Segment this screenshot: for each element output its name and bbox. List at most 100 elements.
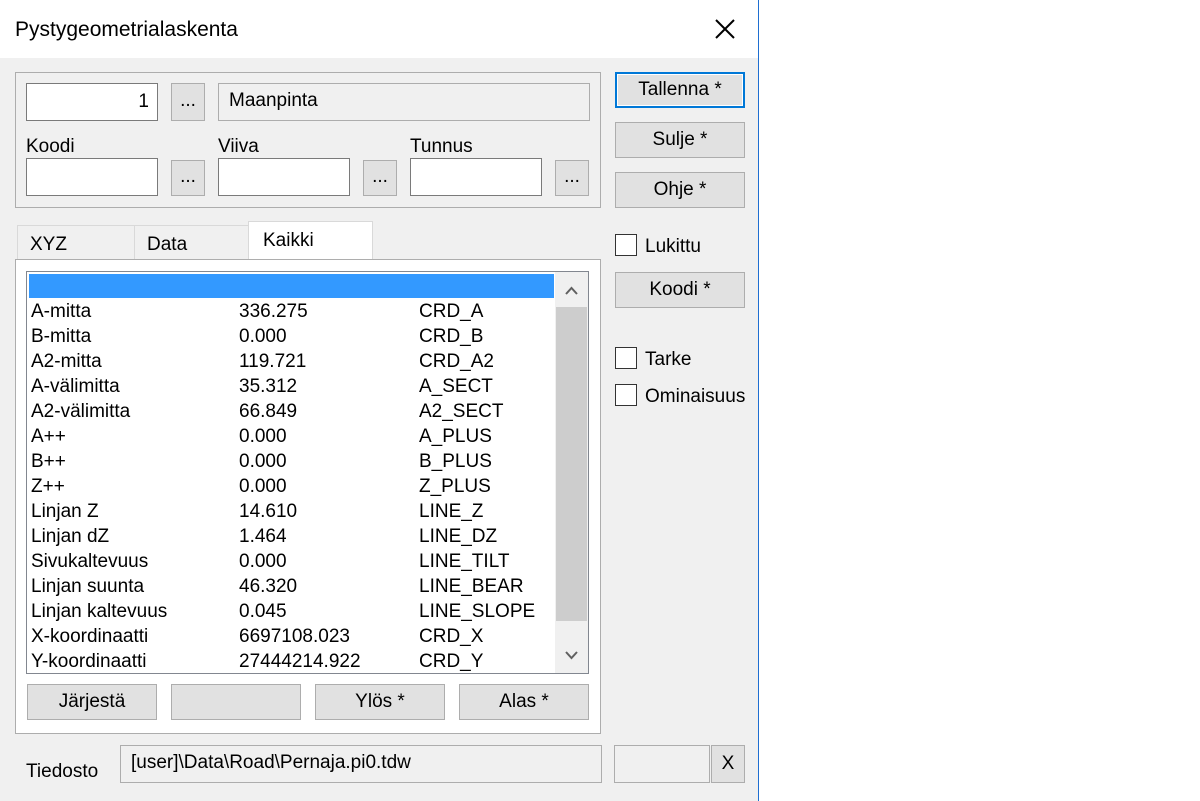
code-button[interactable]: Koodi * (615, 272, 745, 308)
list-item-value: 27444214.922 (239, 651, 361, 672)
list-item-value: 66.849 (239, 401, 298, 422)
list-item-name: Sivukaltevuus (31, 551, 149, 572)
file-extra-field (614, 745, 710, 783)
list-item-code: CRD_A (419, 301, 484, 322)
clear-file-button[interactable]: X (711, 745, 745, 783)
save-button[interactable]: Tallenna * (615, 72, 745, 108)
list-item-code: CRD_X (419, 626, 484, 647)
tunnus-input[interactable] (410, 158, 542, 196)
list-item[interactable]: A-välimitta 35.312 A_SECT (29, 374, 555, 399)
list-item-code: LINE_Z (419, 501, 484, 522)
down-button[interactable]: Alas * (459, 684, 589, 720)
list-item-code: CRD_Y (419, 651, 484, 672)
tunnus-label: Tunnus (410, 136, 473, 157)
close-button[interactable]: Sulje * (615, 122, 745, 158)
list-item-code: A_PLUS (419, 426, 492, 447)
list-item-code: LINE_TILT (419, 551, 510, 572)
list-item[interactable]: A2-välimitta 66.849 A2_SECT (29, 399, 555, 424)
list-item-value: 0.000 (239, 551, 287, 572)
scrollbar-thumb[interactable] (556, 307, 587, 621)
window-title: Pystygeometrialaskenta (15, 18, 238, 41)
koodi-browse-button[interactable]: ... (171, 160, 205, 196)
list-item[interactable]: A++ 0.000 A_PLUS (29, 424, 555, 449)
vertical-scrollbar[interactable] (555, 272, 588, 673)
name-field: Maanpinta (218, 83, 590, 121)
file-label: Tiedosto (26, 761, 99, 782)
number-browse-button[interactable]: ... (171, 83, 205, 121)
viiva-input[interactable] (218, 158, 350, 196)
list-item-code: CRD_A2 (419, 351, 494, 372)
dialog-window: Pystygeometrialaskenta 1 ... Maanpinta K… (0, 0, 759, 801)
tab-kaikki[interactable]: Kaikki (248, 221, 373, 260)
tarke-checkbox[interactable] (615, 347, 637, 369)
tab-xyz[interactable]: XYZ (17, 225, 135, 259)
locked-checkbox[interactable] (615, 234, 637, 256)
sort-button[interactable]: Järjestä (27, 684, 157, 720)
list-item-value: 0.000 (239, 451, 287, 472)
list-item[interactable]: Linjan dZ 1.464 LINE_DZ (29, 524, 555, 549)
help-button[interactable]: Ohje * (615, 172, 745, 208)
list-item-value: 336.275 (239, 301, 308, 322)
blank-button[interactable] (171, 684, 301, 720)
list-item[interactable]: Linjan suunta 46.320 LINE_BEAR (29, 574, 555, 599)
koodi-input[interactable] (26, 158, 158, 196)
number-field[interactable]: 1 (26, 83, 158, 121)
tarke-label: Tarke (645, 349, 692, 370)
list-item-value: 46.320 (239, 576, 298, 597)
list-item-value: 6697108.023 (239, 626, 350, 647)
property-list[interactable]: A-mitta 336.275 CRD_A B-mitta 0.000 CRD_B A2-m… (26, 271, 589, 674)
list-item-code: CRD_B (419, 326, 484, 347)
list-item-value: 0.045 (239, 601, 287, 622)
list-item-name: A++ (31, 426, 66, 447)
list-item-value: 0.000 (239, 326, 287, 347)
list-item-name: A2-mitta (31, 351, 102, 372)
list-item-name: Y-koordinaatti (31, 651, 147, 672)
property-label: Ominaisuus (645, 386, 746, 407)
list-item[interactable]: Linjan kaltevuus 0.045 LINE_SLOPE (29, 599, 555, 624)
list-item-value: 0.000 (239, 426, 287, 447)
list-item[interactable]: X-koordinaatti 6697108.023 CRD_X (29, 624, 555, 649)
list-item-name: Linjan suunta (31, 576, 145, 597)
file-path-field: [user]\Data\Road\Pernaja.pi0.tdw (120, 745, 602, 783)
list-item-value: 1.464 (239, 526, 287, 547)
list-item-name: Linjan kaltevuus (31, 601, 168, 622)
list-item-name: B++ (31, 451, 66, 472)
koodi-label: Koodi (26, 136, 75, 157)
list-item-code: A_SECT (419, 376, 493, 397)
scroll-down-icon[interactable] (555, 641, 588, 671)
tunnus-browse-button[interactable]: ... (555, 160, 589, 196)
scroll-up-icon[interactable] (555, 274, 588, 304)
list-item-name: Linjan Z (31, 501, 99, 522)
list-item[interactable]: B-mitta 0.000 CRD_B (29, 324, 555, 349)
list-item[interactable]: Z++ 0.000 Z_PLUS (29, 474, 555, 499)
list-item[interactable]: A2-mitta 119.721 CRD_A2 (29, 349, 555, 374)
list-item[interactable]: Linjan Z 14.610 LINE_Z (29, 499, 555, 524)
list-item-value: 0.000 (239, 476, 287, 497)
selected-row[interactable] (29, 274, 554, 298)
list-item-name: X-koordinaatti (31, 626, 149, 647)
tab-data[interactable]: Data (134, 225, 249, 259)
viiva-label: Viiva (218, 136, 259, 157)
list-item-code: LINE_BEAR (419, 576, 524, 597)
list-item[interactable]: Y-koordinaatti 27444214.922 CRD_Y (29, 649, 555, 673)
list-item-code: B_PLUS (419, 451, 492, 472)
list-item[interactable]: B++ 0.000 B_PLUS (29, 449, 555, 474)
list-item[interactable]: A-mitta 336.275 CRD_A (29, 299, 555, 324)
close-icon[interactable] (712, 16, 738, 42)
property-checkbox[interactable] (615, 384, 637, 406)
list-item-name: Z++ (31, 476, 65, 497)
title-bar: Pystygeometrialaskenta (0, 0, 758, 58)
list-item-value: 119.721 (239, 351, 307, 372)
list-item-value: 35.312 (239, 376, 298, 397)
viiva-browse-button[interactable]: ... (363, 160, 397, 196)
list-item-name: A2-välimitta (31, 401, 131, 422)
list-item-name: A-välimitta (31, 376, 120, 397)
list-item-code: Z_PLUS (419, 476, 491, 497)
list-item[interactable]: Sivukaltevuus 0.000 LINE_TILT (29, 549, 555, 574)
list-item-value: 14.610 (239, 501, 298, 522)
list-item-name: B-mitta (31, 326, 92, 347)
list-item-code: LINE_SLOPE (419, 601, 536, 622)
up-button[interactable]: Ylös * (315, 684, 445, 720)
list-item-code: LINE_DZ (419, 526, 498, 547)
list-item-code: A2_SECT (419, 401, 504, 422)
